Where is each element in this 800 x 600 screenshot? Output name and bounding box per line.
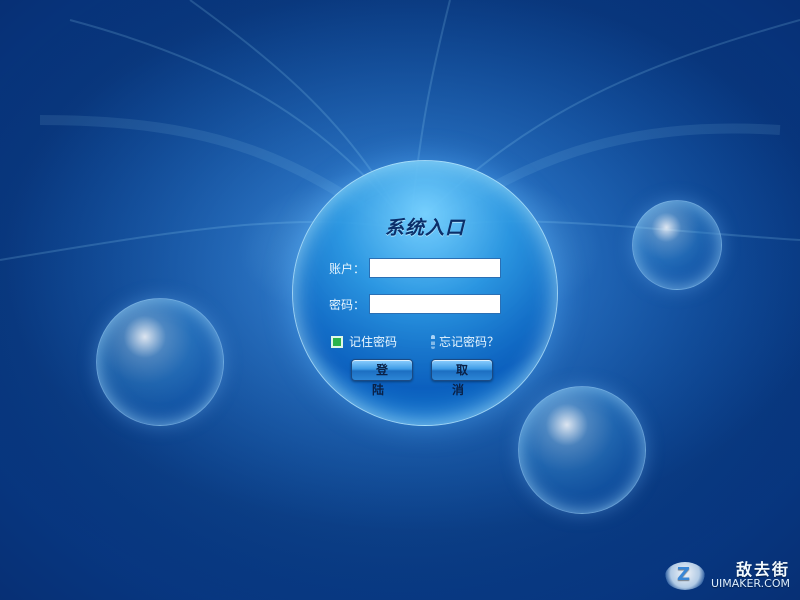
forgot-password-link[interactable]: 忘记密码？ (431, 333, 499, 350)
password-label: 密码： (329, 297, 366, 312)
decorative-bubble-right-bottom (518, 386, 646, 514)
cancel-button[interactable]: 取 消 (431, 359, 493, 397)
watermark-text: 敌去街 UIMAKER.COM (710, 559, 790, 591)
decorative-bubble-left (96, 298, 224, 426)
account-label: 账户： (329, 261, 366, 276)
checkbox-checked-icon[interactable] (331, 335, 343, 348)
options-row: 记住密码 忘记密码？ (331, 333, 531, 351)
watermark-site: UIMAKER.COM (710, 577, 790, 591)
watermark: 敌去街 UIMAKER.COM (664, 559, 790, 591)
cloud-z-logo-icon (664, 562, 705, 590)
password-row: 密码： (329, 293, 501, 315)
forgot-password-label[interactable]: 忘记密码？ (439, 333, 499, 350)
login-panel: 系统入口 账户： 密码： 记住密码 忘记密码？ 登 陆 取 消 (292, 160, 558, 426)
login-title: 系统入口 (384, 217, 465, 239)
decorative-bubble-right-top (632, 200, 722, 290)
remember-password-label[interactable]: 记住密码 (349, 333, 397, 350)
remember-password-checkbox[interactable]: 记住密码 (331, 333, 397, 350)
dotted-separator-icon (431, 334, 435, 349)
login-button[interactable]: 登 陆 (351, 359, 413, 397)
account-input[interactable] (369, 258, 501, 278)
password-input[interactable] (369, 294, 501, 314)
account-row: 账户： (329, 257, 501, 279)
watermark-chinese: 敌去街 (735, 559, 790, 579)
